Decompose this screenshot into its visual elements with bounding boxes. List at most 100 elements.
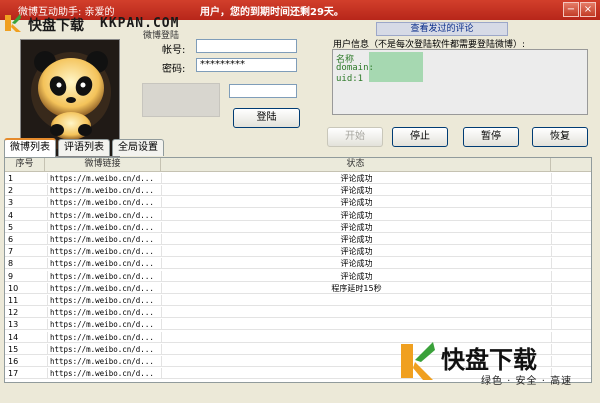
tab-global-settings[interactable]: 全局设置	[112, 139, 164, 156]
pause-button[interactable]: 暂停	[463, 127, 519, 147]
row-status: 评论成功	[161, 270, 551, 282]
column-header-index[interactable]: 序号	[5, 158, 45, 172]
row-index: 11	[8, 296, 19, 305]
row-index: 13	[8, 320, 19, 330]
column-header-extra[interactable]	[551, 158, 591, 172]
row-index: 10	[8, 283, 19, 293]
row-index: 6	[8, 235, 14, 244]
column-header-link[interactable]: 微博链接	[45, 158, 161, 172]
table-row[interactable]: 8 https://m.weibo.cn/d... 评论成功	[5, 258, 591, 270]
user-info-line: domain:	[336, 63, 374, 73]
row-status: 评论成功	[161, 197, 551, 209]
row-status: 评论成功	[161, 173, 551, 184]
row-index: 1	[8, 174, 14, 183]
table-row[interactable]: 11 https://m.weibo.cn/d...	[5, 295, 591, 306]
row-link: https://m.weibo.cn/d...	[47, 282, 159, 294]
row-link: https://m.weibo.cn/d...	[47, 343, 159, 355]
watermark-top-url: KKPAN.COM	[100, 16, 180, 31]
row-extra	[551, 197, 591, 209]
user-info-line: uid:1	[336, 74, 364, 84]
row-link: https://m.weibo.cn/d...	[47, 258, 159, 270]
table-row[interactable]: 4 https://m.weibo.cn/d... 评论成功	[5, 209, 591, 221]
column-header-status[interactable]: 状态	[161, 158, 551, 172]
stop-button[interactable]: 停止	[392, 127, 448, 147]
row-extra	[551, 209, 591, 221]
watermark-top-text: 快盘下载	[28, 18, 84, 34]
title-bar: 微博互动助手: 亲爱的 用户，您的到期时间还剩29天。 − ×	[0, 0, 600, 20]
password-label: 密码:	[162, 64, 186, 75]
table-row[interactable]: 9 https://m.weibo.cn/d... 评论成功	[5, 270, 591, 282]
table-row[interactable]: 3 https://m.weibo.cn/d... 评论成功	[5, 197, 591, 209]
row-extra	[551, 234, 591, 245]
row-link: https://m.weibo.cn/d...	[47, 209, 159, 221]
row-extra	[551, 185, 591, 197]
tab-weibo-list[interactable]: 微博列表	[4, 138, 56, 157]
account-field[interactable]	[196, 39, 297, 53]
login-button[interactable]: 登陆	[233, 108, 300, 128]
row-index: 4	[8, 210, 14, 220]
row-index: 9	[8, 271, 14, 281]
row-extra	[551, 258, 591, 270]
row-index: 14	[8, 332, 19, 342]
row-link: https://m.weibo.cn/d...	[47, 295, 159, 306]
table-row[interactable]: 10 https://m.weibo.cn/d... 程序延时15秒	[5, 282, 591, 294]
captcha-field[interactable]	[229, 84, 297, 98]
row-extra	[551, 307, 591, 319]
close-button[interactable]: ×	[580, 2, 596, 17]
watermark-bottom: 快盘下载 绿色 · 安全 · 高速	[399, 340, 574, 390]
watermark-slogan: 绿色 · 安全 · 高速	[481, 376, 573, 387]
blurred-region	[369, 52, 423, 82]
row-extra	[551, 282, 591, 294]
row-extra	[551, 295, 591, 306]
row-link: https://m.weibo.cn/d...	[47, 173, 159, 184]
table-row[interactable]: 6 https://m.weibo.cn/d... 评论成功	[5, 234, 591, 245]
row-link: https://m.weibo.cn/d...	[47, 319, 159, 331]
row-status: 评论成功	[161, 185, 551, 197]
start-button[interactable]: 开始	[327, 127, 383, 147]
password-value: *********	[200, 59, 245, 70]
row-status: 程序延时15秒	[161, 282, 551, 294]
row-status: 评论成功	[161, 209, 551, 221]
table-row[interactable]: 13 https://m.weibo.cn/d...	[5, 319, 591, 331]
row-link: https://m.weibo.cn/d...	[47, 356, 159, 367]
captcha-image[interactable]	[142, 83, 220, 117]
row-index: 3	[8, 198, 14, 208]
row-extra	[551, 173, 591, 184]
row-index: 2	[8, 186, 14, 196]
table-row[interactable]: 12 https://m.weibo.cn/d...	[5, 307, 591, 319]
resume-button[interactable]: 恢复	[532, 127, 588, 147]
minimize-button[interactable]: −	[563, 2, 579, 17]
row-link: https://m.weibo.cn/d...	[47, 234, 159, 245]
row-link: https://m.weibo.cn/d...	[47, 185, 159, 197]
row-status	[161, 307, 551, 319]
row-extra	[551, 270, 591, 282]
row-index: 15	[8, 344, 19, 354]
row-link: https://m.weibo.cn/d...	[47, 270, 159, 282]
row-link: https://m.weibo.cn/d...	[47, 331, 159, 343]
row-status: 评论成功	[161, 234, 551, 245]
row-index: 8	[8, 259, 14, 269]
row-status	[161, 295, 551, 306]
user-info-box[interactable]: 名称 domain: uid:1	[332, 49, 588, 115]
row-status: 评论成功	[161, 221, 551, 233]
row-status: 评论成功	[161, 258, 551, 270]
watermark-brand: 快盘下载	[441, 346, 537, 374]
row-index: 16	[8, 357, 19, 366]
tab-comment-list[interactable]: 评语列表	[58, 139, 110, 156]
watermark-small-logo-icon	[5, 14, 21, 32]
table-row[interactable]: 7 https://m.weibo.cn/d... 评论成功	[5, 246, 591, 258]
row-link: https://m.weibo.cn/d...	[47, 221, 159, 233]
row-link: https://m.weibo.cn/d...	[47, 368, 159, 380]
row-extra	[551, 246, 591, 258]
row-status	[161, 319, 551, 331]
table-row[interactable]: 2 https://m.weibo.cn/d... 评论成功	[5, 185, 591, 197]
table-row[interactable]: 5 https://m.weibo.cn/d... 评论成功	[5, 221, 591, 233]
view-comments-button[interactable]: 查看发过的评论	[376, 22, 508, 36]
row-index: 17	[8, 369, 19, 379]
account-label: 帐号:	[162, 45, 186, 56]
table-row[interactable]: 1 https://m.weibo.cn/d... 评论成功	[5, 173, 591, 184]
expiry-notice: 用户，您的到期时间还剩29天。	[200, 7, 344, 18]
table-header: 序号 微博链接 状态	[5, 158, 591, 172]
row-index: 7	[8, 247, 14, 257]
password-field[interactable]: *********	[196, 58, 297, 72]
